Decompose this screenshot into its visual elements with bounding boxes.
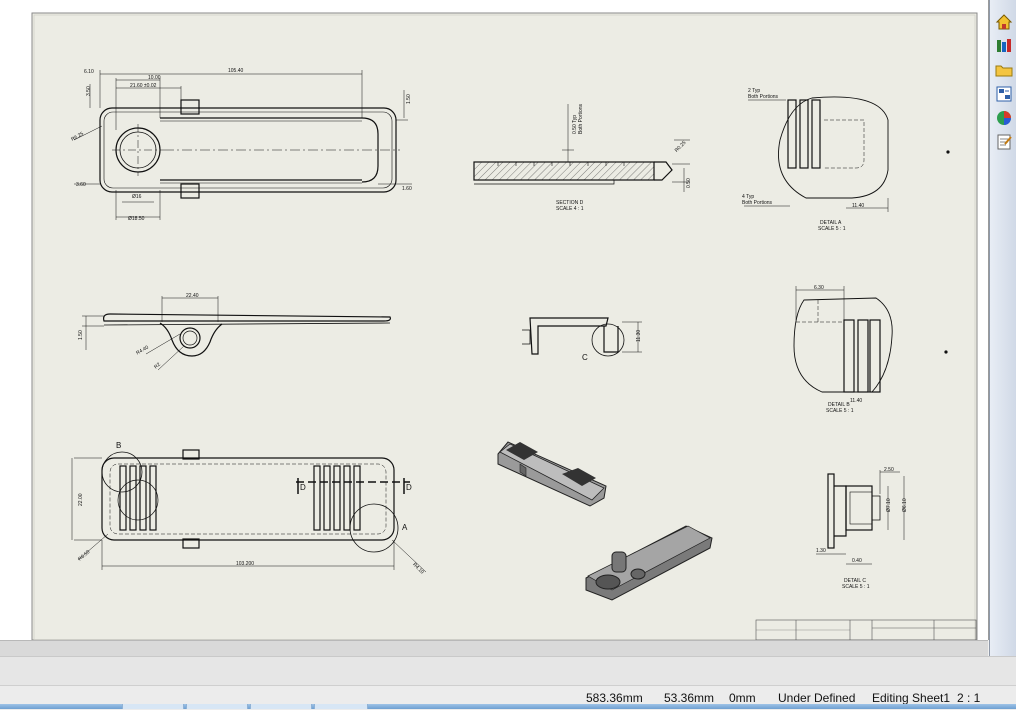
taskbar-tab-2[interactable] [186,704,248,709]
section-scale: SCALE 4 : 1 [556,206,584,212]
file-explorer-button[interactable] [992,58,1016,82]
dim-top-left-1: 6.10 [84,69,94,75]
detail-a-scale: SCALE 5 : 1 [818,226,846,232]
taskbar-tab-3[interactable] [250,704,312,709]
taskbar-tab-4[interactable] [314,704,368,709]
dim-top-width: 105.40 [228,68,244,74]
callout-b: B [116,441,121,450]
status-definition-state: Under Defined [778,691,856,705]
dim-top-right-v: 1.50 [406,94,412,104]
status-x-coordinate: 583.36mm [586,691,643,705]
callout-a: A [402,523,408,532]
drawing-viewport[interactable]: 6.10 105.40 10.00 21.60 ±0.02 3.50 1.50 … [0,0,989,640]
callout-d-right: D [406,483,412,492]
dim-detail-c-3: Ø6.10 [902,498,908,512]
dim-detail-c-1: 2.50 [884,467,894,473]
status-z-coordinate: 0mm [729,691,756,705]
dim-c-view: 11.30 [636,330,642,342]
status-scale[interactable]: 2 : 1 [957,691,980,705]
dim-top-hole-small: Ø16 [132,194,142,200]
design-library-button[interactable] [992,34,1016,58]
view-palette-icon [996,86,1012,102]
detail-c-scale: SCALE 5 : 1 [842,584,870,590]
detail-b-scale: SCALE 5 : 1 [826,408,854,414]
custom-properties-icon [997,134,1012,150]
task-pane [989,0,1016,656]
dim-top-inner-2: 21.60 ±0.02 [130,83,157,89]
drawing-sheet [31,12,978,640]
dim-detail-a: 11.40 [852,203,864,209]
view-palette-button[interactable] [992,82,1016,106]
dim-side-width: 22.40 [186,293,199,299]
scroll-area[interactable] [0,640,988,657]
home-icon [995,14,1013,30]
dim-section-2: Both Portions [578,103,584,134]
dim-detail-b-2: 11.40 [850,398,862,404]
dim-section-right-2: 0.50 [686,178,692,188]
dim-detail-c-2: Ø7.10 [886,498,892,512]
dim-detail-b-1: 6.30 [814,285,824,291]
detail-a-note-4: Both Portions [742,200,773,206]
callout-c: C [582,353,588,362]
dim-detail-c-4: 1.30 [816,548,826,554]
dim-bottom-width: 103.200 [236,561,254,567]
status-y-coordinate: 53.36mm [664,691,715,705]
callout-d-left: D [300,483,306,492]
dim-top-low-right: 1.60 [402,186,412,192]
dim-detail-c-5: 0.40 [852,558,862,564]
taskbar-tab-1[interactable] [122,704,184,709]
detail-a-note-2: Both Portions [748,94,779,100]
custom-properties-button[interactable] [992,130,1016,154]
appearances-icon [997,111,1011,125]
dim-top-inner-1: 10.00 [148,75,161,81]
design-library-icon [997,39,1011,52]
feature-manager-strip [0,656,1016,686]
dim-top-low-left: 3.60 [76,182,86,188]
dim-top-left-v: 3.50 [86,86,92,96]
file-explorer-icon [995,65,1013,77]
dim-bottom-height: 22.00 [78,493,84,506]
dim-top-hole-big: Ø18.50 [128,216,145,222]
status-editing: Editing Sheet1 [872,691,951,705]
appearances-button[interactable] [992,106,1016,130]
dim-side-left: 1.50 [78,330,84,340]
home-button[interactable] [992,10,1016,34]
